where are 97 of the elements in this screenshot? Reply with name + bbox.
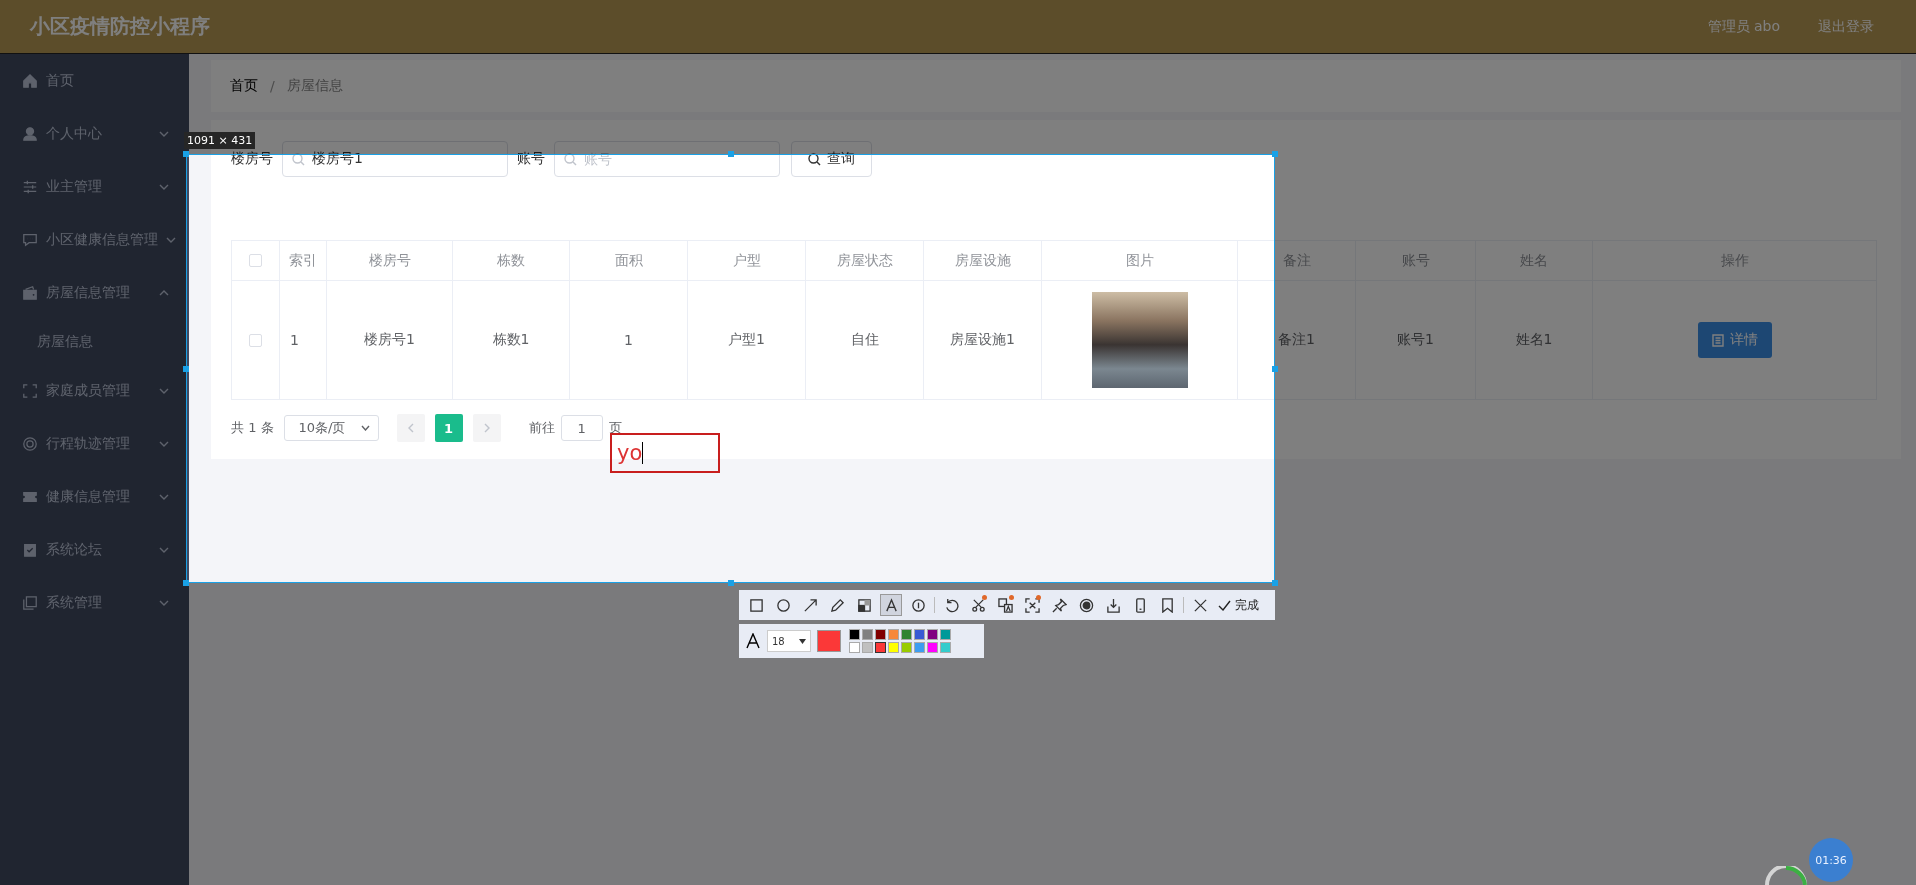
breadcrumb-separator: / (270, 78, 275, 94)
scan-x-icon (1024, 597, 1040, 613)
wallet-icon (22, 284, 38, 301)
close-icon (1192, 597, 1208, 613)
selection-size-label: 1091 × 431 (184, 132, 256, 149)
text-annotation-box[interactable]: yo (610, 433, 720, 473)
color-swatch[interactable] (901, 629, 912, 640)
clipboard-icon (22, 541, 38, 558)
column-header: 楼房号 (327, 241, 453, 281)
search-icon (808, 152, 821, 166)
resize-handle[interactable] (183, 151, 189, 157)
nav-item[interactable]: 首页 (0, 54, 189, 107)
table-cell: 姓名1 (1476, 281, 1593, 399)
pencil-icon (829, 597, 845, 613)
nav-subitem[interactable]: 房屋信息 (37, 332, 93, 351)
nav-item[interactable]: 系统论坛 (0, 523, 189, 576)
color-swatch[interactable] (940, 642, 951, 653)
table-cell: 自住 (806, 281, 924, 399)
color-swatch[interactable] (940, 629, 951, 640)
resize-handle[interactable] (727, 151, 734, 157)
column-header: 索引 (280, 241, 327, 281)
page-size-select[interactable]: 10条/页 (283, 415, 379, 441)
detail-button[interactable]: 详情 (1697, 322, 1772, 358)
numbered-circle-icon (910, 597, 926, 613)
resize-handle[interactable] (1272, 580, 1278, 586)
table-cell: 1 (280, 281, 327, 399)
color-swatch[interactable] (927, 642, 938, 653)
checkbox[interactable] (249, 254, 262, 267)
tool-button[interactable] (880, 594, 902, 616)
color-swatch[interactable] (914, 629, 925, 640)
target-icon (22, 435, 38, 452)
font-icon (745, 633, 761, 649)
app-title: 小区疫情防控小程序 (30, 13, 211, 40)
caret-icon (799, 638, 806, 644)
table-cell: 户型1 (688, 281, 806, 399)
frame-corners-icon (22, 382, 38, 399)
total-count: 共 1 条 (231, 419, 274, 437)
document-icon (1711, 333, 1724, 347)
resize-handle[interactable] (183, 365, 189, 372)
chevron-icon (483, 423, 490, 433)
column-header: 户型 (688, 241, 806, 281)
color-swatch[interactable] (849, 642, 860, 653)
user-icon (22, 125, 38, 142)
color-swatch[interactable] (927, 629, 938, 640)
checkbox[interactable] (249, 333, 262, 347)
color-swatch[interactable] (888, 642, 899, 653)
table-cell: 楼房号1 (327, 281, 453, 399)
translate-icon (997, 597, 1013, 613)
record-icon (1078, 597, 1094, 613)
progress-ring-icon (1763, 866, 1809, 885)
check-icon (1218, 599, 1231, 611)
goto-label: 前往 (528, 419, 555, 437)
table-cell: 房屋设施1 (924, 281, 1042, 399)
arrow-icon (802, 597, 818, 613)
current-color-swatch[interactable] (817, 630, 841, 652)
color-swatch[interactable] (888, 629, 899, 640)
resize-handle[interactable] (183, 580, 189, 586)
chevron-icon (407, 423, 414, 433)
table-cell: 栋数1 (453, 281, 570, 399)
page-number[interactable]: 1 (434, 414, 463, 442)
chat-icon (22, 231, 38, 248)
table-cell: 账号1 (1356, 281, 1476, 399)
undo-icon (943, 597, 959, 613)
text-tool-icon (883, 597, 899, 613)
breadcrumb-link[interactable]: 首页 (230, 77, 258, 95)
rectangle-icon (748, 597, 764, 613)
color-swatch[interactable] (862, 642, 873, 653)
resize-handle[interactable] (1272, 151, 1278, 157)
column-header: 房屋状态 (806, 241, 924, 281)
done-button[interactable]: 完成 (1216, 596, 1261, 614)
pin-icon (1051, 597, 1067, 613)
sliders-icon (22, 178, 38, 195)
resize-handle[interactable] (1272, 365, 1278, 372)
column-header: 房屋设施 (924, 241, 1042, 281)
resize-handle[interactable] (727, 580, 734, 586)
table-cell: 1 (570, 281, 688, 399)
scissors-icon (970, 597, 986, 613)
caret-icon (360, 425, 370, 431)
color-swatch[interactable] (875, 629, 886, 640)
page-input[interactable]: 1 (560, 415, 603, 441)
mosaic-icon (856, 597, 872, 613)
column-header: 栋数 (453, 241, 570, 281)
font-size-select[interactable]: 18 (767, 630, 811, 652)
circle-icon (775, 597, 791, 613)
download-icon (1105, 597, 1121, 613)
color-swatch[interactable] (914, 642, 925, 653)
column-header: 图片 (1042, 241, 1238, 281)
color-swatch[interactable] (849, 629, 860, 640)
color-swatch[interactable] (862, 629, 873, 640)
column-header: 面积 (570, 241, 688, 281)
user-name: 管理员 abo (1707, 17, 1780, 36)
color-swatch[interactable] (875, 642, 886, 653)
home-icon (22, 72, 38, 89)
bookmark-icon (1159, 597, 1175, 613)
breadcrumb-current: 房屋信息 (286, 77, 343, 95)
color-swatch[interactable] (901, 642, 912, 653)
copy-icon (22, 594, 38, 611)
